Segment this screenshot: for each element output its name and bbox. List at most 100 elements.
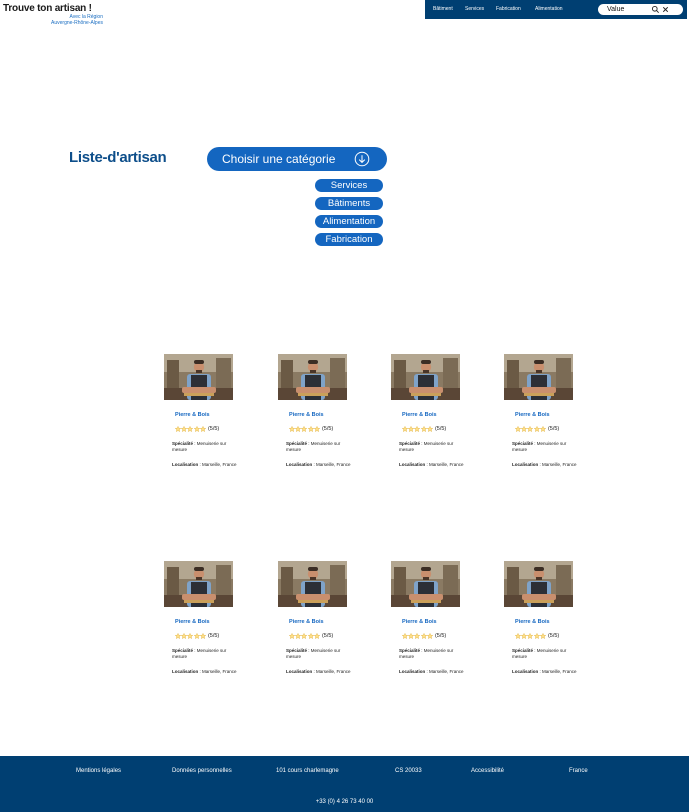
artisan-location: Localisation : Marseille, France — [399, 462, 464, 467]
artisan-photo — [164, 354, 233, 400]
artisan-location: Localisation : Marseille, France — [172, 669, 237, 674]
footer-link-privacy[interactable]: Données personnelles — [172, 768, 232, 774]
star-icon — [402, 425, 408, 432]
site-logo[interactable]: Trouve ton artisan ! Avec la Région Auve… — [3, 3, 103, 26]
star-icon — [426, 632, 433, 639]
star-rating: (5/5) — [175, 632, 219, 639]
artisan-photo — [164, 561, 233, 607]
choose-category-button[interactable]: Choisir une catégorie — [207, 147, 387, 171]
star-icon — [175, 632, 181, 639]
specialty-label: Spécialité — [399, 441, 421, 446]
artisan-photo-svg — [278, 561, 347, 607]
star-icon — [307, 425, 314, 432]
star-icon — [420, 632, 427, 639]
star-icon — [301, 425, 308, 432]
star-icon — [187, 425, 194, 432]
nav-item-services[interactable]: Services — [465, 6, 484, 12]
artisan-card[interactable]: Pierre & Bois (5/5) Spécialité : Menuise… — [391, 354, 481, 484]
search-icon[interactable] — [651, 5, 660, 14]
nav-item-alimentation[interactable]: Alimentation — [535, 6, 563, 12]
artisan-card[interactable]: Pierre & Bois (5/5) Spécialité : Menuise… — [278, 354, 368, 484]
location-value: Marseille, France — [429, 462, 464, 467]
artisan-card[interactable]: Pierre & Bois (5/5) Spécialité : Menuise… — [391, 561, 481, 691]
artisan-photo — [391, 354, 460, 400]
artisan-card[interactable]: Pierre & Bois (5/5) Spécialité : Menuise… — [164, 354, 254, 484]
star-icon — [408, 632, 415, 639]
star-icon — [181, 425, 188, 432]
location-label: Localisation — [286, 669, 313, 674]
artisan-card[interactable]: Pierre & Bois (5/5) Spécialité : Menuise… — [504, 561, 594, 691]
location-value: Marseille, France — [202, 462, 237, 467]
artisan-name[interactable]: Pierre & Bois — [515, 412, 550, 418]
star-icon — [193, 425, 200, 432]
star-icon — [199, 425, 206, 432]
specialty-label: Spécialité — [512, 648, 534, 653]
category-option-batiments[interactable]: Bâtiments — [315, 197, 383, 210]
category-option-fabrication[interactable]: Fabrication — [315, 233, 383, 246]
rating-text: (5/5) — [434, 425, 447, 432]
artisan-name[interactable]: Pierre & Bois — [175, 412, 210, 418]
star-icon — [539, 425, 546, 432]
artisan-name[interactable]: Pierre & Bois — [402, 412, 437, 418]
footer-address: 101 cours charlemagne — [276, 768, 339, 774]
star-icon — [521, 425, 528, 432]
star-rating: (5/5) — [175, 425, 219, 432]
rating-text: (5/5) — [207, 632, 220, 639]
artisan-name[interactable]: Pierre & Bois — [175, 619, 210, 625]
artisan-name[interactable]: Pierre & Bois — [289, 619, 324, 625]
artisan-card[interactable]: Pierre & Bois (5/5) Spécialité : Menuise… — [278, 561, 368, 691]
artisan-photo — [504, 354, 573, 400]
footer-link-accessibility[interactable]: Accessibilité — [471, 768, 504, 774]
artisan-name[interactable]: Pierre & Bois — [289, 412, 324, 418]
star-icon — [289, 632, 295, 639]
specialty-label: Spécialité — [286, 441, 308, 446]
location-label: Localisation — [512, 462, 539, 467]
star-icon — [313, 632, 320, 639]
artisan-specialty: Spécialité : Menuiserie sur mesure — [286, 441, 341, 452]
artisan-card[interactable]: Pierre & Bois (5/5) Spécialité : Menuise… — [504, 354, 594, 484]
nav-item-batiment[interactable]: Bâtiment — [433, 6, 453, 12]
artisan-location: Localisation : Marseille, France — [286, 669, 351, 674]
artisan-photo-svg — [391, 354, 460, 400]
artisan-card[interactable]: Pierre & Bois (5/5) Spécialité : Menuise… — [164, 561, 254, 691]
rating-text: (5/5) — [321, 632, 334, 639]
artisan-location: Localisation : Marseille, France — [399, 669, 464, 674]
artisan-name[interactable]: Pierre & Bois — [402, 619, 437, 625]
artisan-specialty: Spécialité : Menuiserie sur mesure — [512, 648, 567, 659]
star-icon — [515, 425, 521, 432]
star-rating: (5/5) — [289, 632, 333, 639]
artisan-location: Localisation : Marseille, France — [172, 462, 237, 467]
top-navigation: Bâtiment Services Fabrication Alimentati… — [425, 0, 687, 19]
star-icon — [295, 425, 302, 432]
star-icon — [539, 632, 546, 639]
location-label: Localisation — [172, 462, 199, 467]
star-rating: (5/5) — [402, 425, 446, 432]
specialty-label: Spécialité — [286, 648, 308, 653]
artisan-photo — [278, 354, 347, 400]
location-value: Marseille, France — [542, 462, 577, 467]
category-option-services[interactable]: Services — [315, 179, 383, 192]
artisan-specialty: Spécialité : Menuiserie sur mesure — [172, 648, 227, 659]
location-value: Marseille, France — [429, 669, 464, 674]
close-icon[interactable] — [661, 5, 670, 14]
artisan-specialty: Spécialité : Menuiserie sur mesure — [286, 648, 341, 659]
category-option-alimentation[interactable]: Alimentation — [315, 215, 383, 228]
artisan-name[interactable]: Pierre & Bois — [515, 619, 550, 625]
footer-link-legal[interactable]: Mentions légales — [76, 768, 121, 774]
star-icon — [408, 425, 415, 432]
star-icon — [187, 632, 194, 639]
star-icon — [301, 632, 308, 639]
artisan-photo-svg — [164, 354, 233, 400]
rating-text: (5/5) — [321, 425, 334, 432]
search-input[interactable]: Value — [598, 4, 683, 15]
rating-text: (5/5) — [207, 425, 220, 432]
search-value: Value — [607, 6, 625, 13]
nav-item-fabrication[interactable]: Fabrication — [496, 6, 521, 12]
footer-phone[interactable]: +33 (0) 4 26 73 40 00 — [0, 799, 689, 805]
star-icon — [199, 632, 206, 639]
star-icon — [402, 632, 408, 639]
location-label: Localisation — [512, 669, 539, 674]
star-rating: (5/5) — [515, 632, 559, 639]
star-icon — [289, 425, 295, 432]
footer-postal: CS 20033 — [395, 768, 422, 774]
